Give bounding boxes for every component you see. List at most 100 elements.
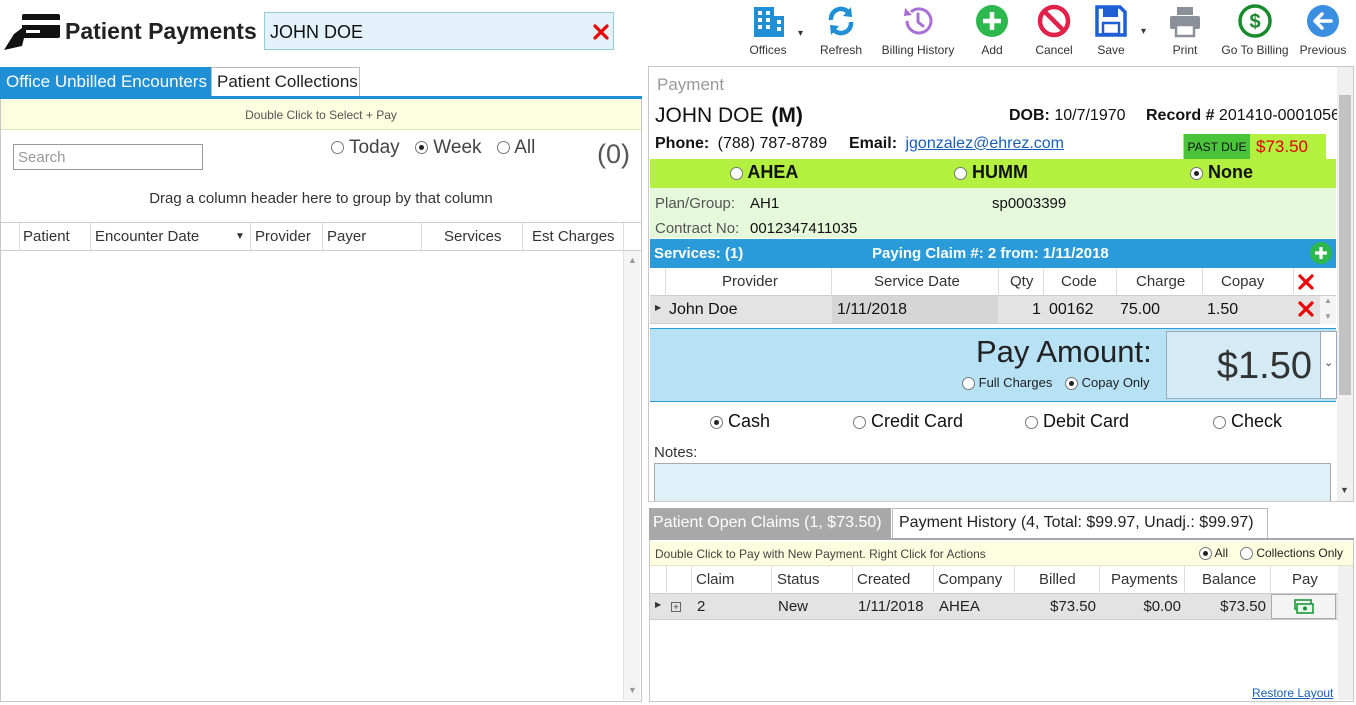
paying-claim: Paying Claim #: 2 from: 1/11/2018	[872, 245, 1109, 262]
col-patient[interactable]: Patient	[23, 223, 70, 251]
add-icon	[975, 4, 1009, 38]
encounter-grid-scrollbar[interactable]: ▲ ▼	[623, 251, 640, 700]
patient-name-text: JOHN DOE	[655, 104, 764, 127]
encounter-search-input[interactable]: Search	[13, 144, 203, 170]
insurance-ahea[interactable]: AHEA	[730, 162, 798, 183]
notes-textarea[interactable]	[654, 463, 1331, 501]
delete-all-services-icon[interactable]	[1298, 274, 1314, 290]
claims-col-status[interactable]: Status	[777, 566, 820, 594]
method-debit-card-label: Debit Card	[1043, 411, 1130, 431]
claims-filter-collections-radio[interactable]	[1240, 547, 1253, 561]
method-cash-radio[interactable]	[710, 415, 723, 429]
claims-col-company[interactable]: Company	[938, 566, 1002, 594]
col-provider[interactable]: Provider	[255, 223, 311, 251]
method-debit-card[interactable]: Debit Card	[1025, 411, 1129, 432]
col-encounter-date[interactable]: Encounter Date	[95, 223, 199, 251]
claims-col-created[interactable]: Created	[857, 566, 910, 594]
email-link[interactable]: jgonzalez@ehrez.com	[905, 135, 1064, 152]
filter-today-label: Today	[348, 137, 400, 158]
collections-tab[interactable]: Patient Collections	[211, 67, 360, 97]
filter-week[interactable]: Week	[415, 137, 482, 159]
claim-company: AHEA	[939, 598, 980, 615]
expand-claim-icon[interactable]: +	[671, 602, 681, 612]
claims-col-pay[interactable]: Pay	[1292, 566, 1318, 594]
svc-scroll-down-icon[interactable]: ▼	[1324, 312, 1332, 321]
method-cash[interactable]: Cash	[710, 411, 770, 432]
svc-col-date[interactable]: Service Date	[874, 268, 960, 296]
amount-full-charges[interactable]: Full Charges	[962, 375, 1053, 391]
scroll-down-icon[interactable]: ▼	[628, 685, 637, 695]
full-charges-label: Full Charges	[978, 375, 1053, 390]
filter-today-radio[interactable]	[331, 141, 344, 155]
insurance-ahea-radio[interactable]	[730, 166, 743, 180]
col-est-charges[interactable]: Est Charges	[532, 223, 615, 251]
svc-col-provider[interactable]: Provider	[722, 268, 778, 296]
payment-scroll-down-icon[interactable]: ▼	[1340, 485, 1349, 495]
pay-claim-button[interactable]	[1271, 594, 1336, 619]
offices-label: Offices	[749, 43, 787, 57]
claims-grid-header: Claim Status Created Company Billed Paym…	[650, 566, 1338, 594]
claims-col-claim[interactable]: Claim	[696, 566, 734, 594]
payment-history-tab[interactable]: Payment History (4, Total: $99.97, Unadj…	[892, 508, 1268, 538]
filter-all[interactable]: All	[497, 137, 535, 159]
filter-week-label: Week	[433, 137, 482, 158]
claim-row[interactable]: ▶ + 2 New 1/11/2018 AHEA $73.50 $0.00 $7…	[650, 594, 1338, 620]
patient-search-field[interactable]: JOHN DOE	[264, 12, 614, 50]
svc-col-qty[interactable]: Qty	[1010, 268, 1033, 296]
add-service-icon[interactable]	[1309, 241, 1333, 265]
svc-scroll-up-icon[interactable]: ▲	[1324, 296, 1332, 305]
open-claims-tab[interactable]: Patient Open Claims (1, $73.50)	[649, 508, 891, 538]
filter-today[interactable]: Today	[331, 137, 400, 159]
back-arrow-icon	[1306, 4, 1340, 38]
svc-col-code[interactable]: Code	[1061, 268, 1097, 296]
save-dropdown-icon[interactable]: ▾	[1141, 26, 1146, 37]
insurance-humm-radio[interactable]	[954, 166, 967, 180]
claims-col-balance[interactable]: Balance	[1202, 566, 1256, 594]
restore-layout-link[interactable]: Restore Layout	[1252, 686, 1333, 700]
svc-col-charge[interactable]: Charge	[1136, 268, 1185, 296]
method-debit-card-radio[interactable]	[1025, 415, 1038, 429]
plan-group-value: AH1	[750, 195, 780, 212]
svc-col-copay[interactable]: Copay	[1221, 268, 1264, 296]
insurance-none-radio[interactable]	[1190, 166, 1203, 180]
delete-service-icon[interactable]	[1298, 301, 1314, 317]
claims-filter-collections[interactable]: Collections Only	[1240, 546, 1343, 561]
col-payer[interactable]: Payer	[327, 223, 366, 251]
claims-col-billed[interactable]: Billed	[1039, 566, 1076, 594]
offices-dropdown-icon[interactable]: ▾	[798, 28, 803, 39]
scroll-up-icon[interactable]: ▲	[628, 255, 637, 265]
filter-all-radio[interactable]	[497, 141, 510, 155]
left-panel: Double Click to Select + Pay Search Toda…	[0, 99, 642, 702]
method-credit-card[interactable]: Credit Card	[853, 411, 963, 432]
unbilled-tab[interactable]: Office Unbilled Encounters	[0, 67, 211, 97]
insurance-none-label: None	[1208, 162, 1254, 182]
copay-only-radio[interactable]	[1065, 377, 1078, 391]
insurance-none[interactable]: None	[1190, 162, 1253, 183]
payment-scroll-thumb[interactable]	[1339, 95, 1351, 395]
claim-billed: $73.50	[1050, 598, 1096, 615]
col-services[interactable]: Services	[444, 223, 502, 251]
payment-panel-scrollbar[interactable]: ▼	[1337, 67, 1353, 501]
claims-filter-all-radio[interactable]	[1199, 547, 1212, 561]
pay-amount-dropdown[interactable]: ⌄	[1320, 332, 1336, 398]
pay-amount-input[interactable]: $1.50 ⌄	[1166, 331, 1337, 399]
method-check-radio[interactable]	[1213, 415, 1226, 429]
claims-col-payments[interactable]: Payments	[1111, 566, 1178, 594]
method-credit-card-radio[interactable]	[853, 415, 866, 429]
full-charges-radio[interactable]	[962, 377, 975, 391]
patient-search-value[interactable]: JOHN DOE	[270, 22, 363, 43]
claims-hint-bar: Double Click to Pay with New Payment. Ri…	[650, 542, 1353, 566]
clear-search-icon[interactable]	[593, 24, 609, 40]
service-row[interactable]: ▶ John Doe 1/11/2018 1 00162 75.00 1.50	[650, 296, 1320, 324]
claims-scrollbar[interactable]	[1338, 566, 1353, 700]
refresh-icon	[824, 4, 858, 38]
filter-all-label: All	[514, 137, 536, 158]
method-check[interactable]: Check	[1213, 411, 1282, 432]
services-scrollbar[interactable]: ▲ ▼	[1320, 296, 1336, 324]
claims-filter-all[interactable]: All	[1199, 546, 1228, 561]
dob-value: 10/7/1970	[1054, 107, 1126, 124]
amount-copay-only[interactable]: Copay Only	[1065, 375, 1150, 391]
pay-amount-value[interactable]: $1.50	[1217, 345, 1312, 388]
filter-week-radio[interactable]	[415, 141, 428, 155]
insurance-humm[interactable]: HUMM	[954, 162, 1028, 183]
